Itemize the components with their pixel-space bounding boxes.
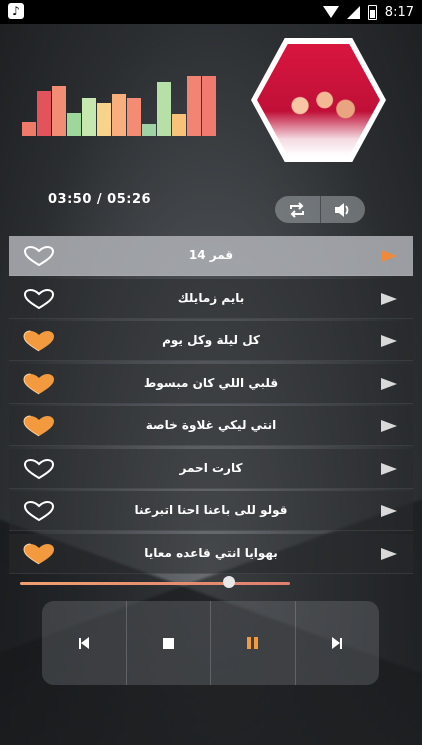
heart-filled-icon[interactable] [23,330,55,352]
track-row[interactable]: قلبي اللي كان مبسوط [9,363,413,404]
equalizer-bar [67,113,81,136]
playback-time: 03:50 / 05:26 [48,192,152,207]
volume-button[interactable] [321,196,366,223]
signal-icon [346,5,360,19]
status-icons: 8:17 [322,3,414,21]
previous-icon [78,637,89,649]
wifi-icon [322,6,339,18]
equalizer-bar [127,98,141,136]
equalizer-bar [37,91,51,136]
heart-outline-icon[interactable] [23,288,55,310]
play-arrow-icon[interactable] [381,462,397,475]
play-arrow-icon[interactable] [381,335,397,347]
track-row[interactable]: بهوايا انتي قاعده معايا [9,533,413,574]
pause-button[interactable] [210,601,295,685]
track-row[interactable]: قمر 14 [9,236,413,276]
status-time: 8:17 [384,4,414,20]
equalizer-bar [112,94,126,136]
track-row[interactable]: قولو للى باعنا احنا اتبرعنا [9,491,413,531]
equalizer-visualizer [22,72,216,136]
heart-outline-icon[interactable] [23,458,55,480]
album-art-image [257,44,380,156]
equalizer-bar [172,114,186,136]
track-title: قولو للى باعنا احنا اتبرعنا [134,503,288,517]
play-arrow-icon[interactable] [381,420,397,432]
seek-bar[interactable] [20,576,290,588]
equalizer-bar [202,76,216,136]
play-arrow-icon[interactable] [381,547,397,560]
track-title: قمر 14 [188,248,234,262]
next-button[interactable] [294,601,380,685]
seek-thumb[interactable] [223,576,235,588]
track-title: بايم زمايلك [177,290,245,305]
pause-icon [247,637,259,649]
battery-icon [367,4,377,20]
equalizer-bar [97,103,111,136]
playback-options [275,196,365,223]
album-art [251,38,386,162]
track-list: قمر 14 بايم زمايلك كل ليلة وكل يوم قلبي الل… [9,236,413,576]
heart-outline-icon[interactable] [23,245,55,267]
next-icon [332,637,343,649]
play-arrow-icon[interactable] [381,505,397,517]
track-row[interactable]: بايم زمايلك [9,278,413,319]
equalizer-bar [157,82,171,136]
track-row[interactable]: كارت احمر [9,448,413,489]
heart-filled-icon[interactable] [23,415,55,437]
status-bar: ♪ 8:17 [0,0,422,24]
equalizer-bar [52,86,66,136]
heart-filled-icon[interactable] [23,543,55,565]
track-row[interactable]: كل ليلة وكل يوم [9,321,413,361]
volume-icon [334,202,349,217]
track-row[interactable]: انتي ليكي غلاوة خاصة [9,406,413,446]
track-title: كارت احمر [179,460,243,475]
repeat-icon [290,201,305,218]
repeat-button[interactable] [275,196,321,223]
music-notification-icon: ♪ [8,3,24,19]
track-title: قلبي اللي كان مبسوط [143,375,279,390]
seek-track [20,582,290,585]
equalizer-bar [187,76,201,136]
equalizer-bar [22,122,36,136]
play-arrow-icon[interactable] [381,377,397,390]
play-arrow-icon[interactable] [381,250,397,262]
play-arrow-icon[interactable] [381,292,397,305]
heart-outline-icon[interactable] [23,500,55,522]
previous-button[interactable] [42,601,126,685]
heart-filled-icon[interactable] [23,373,55,395]
track-title: انتي ليكي غلاوة خاصة [145,418,277,432]
equalizer-bar [82,98,96,136]
track-title: كل ليلة وكل يوم [162,333,260,347]
stop-icon [162,637,174,649]
player-controls [42,601,379,685]
track-title: بهوايا انتي قاعده معايا [144,545,278,560]
equalizer-bar [142,124,156,136]
stop-button[interactable] [125,601,211,685]
